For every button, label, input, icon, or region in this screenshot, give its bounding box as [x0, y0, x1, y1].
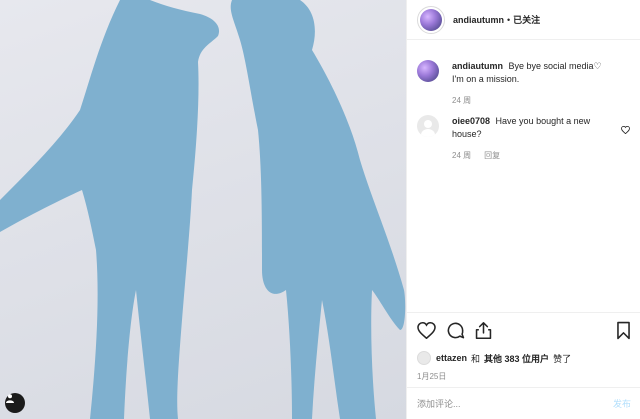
caption-comment: andiautumn Bye bye social media♡ I'm on … — [417, 60, 630, 85]
caption-author-avatar[interactable] — [417, 60, 439, 82]
liker-avatar[interactable] — [417, 351, 431, 365]
shadow-figures-image — [0, 0, 406, 419]
reply-button[interactable]: 回复 — [484, 150, 500, 161]
caption-text-block: andiautumn Bye bye social media♡ I'm on … — [452, 60, 604, 85]
post-date[interactable]: 1月25日 — [417, 371, 631, 382]
caption-username[interactable]: andiautumn — [452, 61, 503, 71]
heart-icon — [621, 125, 630, 135]
likes-liked-text: 赞了 — [553, 353, 572, 364]
heart-icon — [417, 321, 436, 339]
user-tag-button[interactable] — [5, 393, 25, 413]
liker-username[interactable]: ettazen — [436, 353, 467, 363]
comment-text-block: oiee0708 Have you bought a new house? — [452, 115, 604, 140]
like-button[interactable] — [417, 321, 436, 339]
comment-time[interactable]: 24 周 — [452, 150, 471, 161]
add-comment-bar: 发布 — [407, 387, 640, 419]
comment-list: andiautumn Bye bye social media♡ I'm on … — [407, 40, 640, 161]
likes-summary: ettazen 和 其他 383 位用户 赞了 — [417, 351, 631, 365]
comment-input[interactable] — [417, 398, 613, 409]
likes-others-link[interactable]: 其他 383 位用户 — [484, 352, 549, 365]
likes-and-text: 和 — [471, 353, 481, 364]
author-username[interactable]: andiautumn — [453, 15, 504, 25]
comment-meta: 24 周 回复 — [452, 150, 630, 161]
comment-icon — [447, 322, 465, 338]
caption-meta: 24 周 — [452, 95, 630, 106]
comment-username[interactable]: oiee0708 — [452, 116, 490, 126]
comment-like-button[interactable] — [621, 121, 630, 139]
commenter-avatar[interactable] — [417, 115, 439, 137]
comment-button[interactable] — [446, 321, 465, 340]
caption-time[interactable]: 24 周 — [452, 95, 471, 106]
post-photo[interactable] — [0, 0, 406, 419]
author-avatar-image — [420, 8, 442, 31]
comment-item: oiee0708 Have you bought a new house? — [417, 115, 630, 140]
user-tag-icon — [6, 394, 14, 403]
separator-dot: • — [507, 14, 511, 25]
author-avatar[interactable] — [417, 5, 445, 34]
post-comment-button[interactable]: 发布 — [613, 397, 631, 410]
share-button[interactable] — [475, 321, 492, 340]
share-icon — [475, 321, 492, 339]
post-actions: ettazen 和 其他 383 位用户 赞了 1月25日 — [407, 312, 640, 382]
bookmark-icon — [617, 321, 630, 339]
save-button[interactable] — [616, 321, 631, 340]
post-header: andiautumn • 已关注 — [407, 0, 640, 40]
post-detail-panel: andiautumn • 已关注 andiautumn Bye bye soci… — [406, 0, 640, 419]
action-bar — [417, 320, 631, 340]
following-button[interactable]: 已关注 — [513, 13, 540, 26]
